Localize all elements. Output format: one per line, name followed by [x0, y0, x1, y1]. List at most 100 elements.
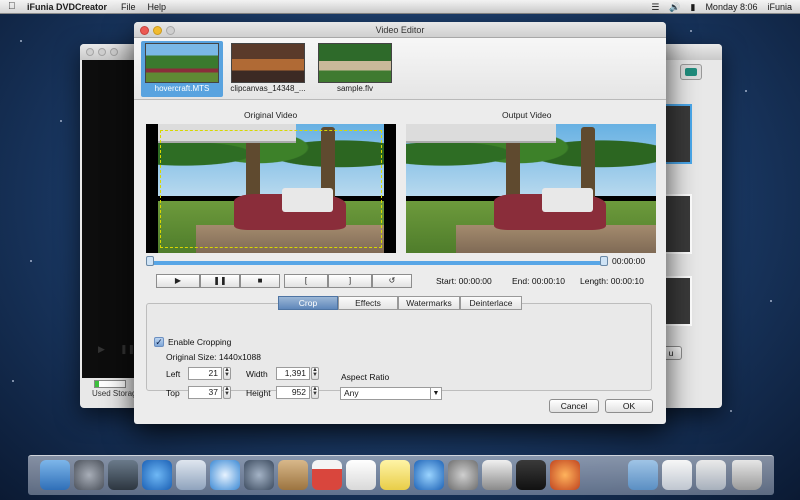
- height-stepper[interactable]: ▲ ▼: [311, 386, 319, 399]
- mission-control-icon[interactable]: [108, 460, 138, 490]
- tab-crop[interactable]: Crop: [278, 296, 338, 310]
- clip-thumbnail: [231, 43, 305, 83]
- applications-folder-icon[interactable]: [628, 460, 658, 490]
- notes-icon[interactable]: [380, 460, 410, 490]
- editor-titlebar: Video Editor: [134, 22, 666, 38]
- current-time: 00:00:00: [612, 256, 646, 266]
- clip-thumbnail: [318, 43, 392, 83]
- facetime-icon[interactable]: [244, 460, 274, 490]
- width-field[interactable]: 1,391: [276, 367, 310, 380]
- output-video-preview: [406, 124, 656, 253]
- minimize-button[interactable]: [98, 48, 106, 56]
- mark-in-button[interactable]: [: [284, 274, 328, 288]
- menu-app-name[interactable]: iFunia DVDCreator: [27, 2, 107, 12]
- toolbar-button[interactable]: [680, 64, 702, 80]
- cancel-button[interactable]: Cancel: [549, 399, 599, 413]
- terminal-icon[interactable]: [516, 460, 546, 490]
- pause-icon[interactable]: ❚❚: [120, 344, 135, 355]
- left-field[interactable]: 21: [188, 367, 222, 380]
- clip-label: hovercraft.MTS: [154, 84, 210, 93]
- canopy: [406, 124, 556, 144]
- crop-panel: ✓ Enable Cropping Original Size: 1440x10…: [146, 303, 652, 400]
- menu-user[interactable]: iFunia: [767, 2, 792, 12]
- letterbox-right: [384, 124, 396, 253]
- clip-thumbnail: [145, 43, 219, 83]
- tab-deinterlace[interactable]: Deinterlace: [460, 296, 522, 310]
- original-video-label: Original Video: [244, 110, 298, 120]
- contacts-icon[interactable]: [278, 460, 308, 490]
- letterbox-left: [146, 124, 158, 253]
- apple-icon[interactable]: : [8, 1, 17, 12]
- height-label: Height: [246, 388, 271, 398]
- calendar-icon[interactable]: [312, 460, 342, 490]
- clip-strip: hovercraft.MTS clipcanvas_14348_... samp…: [134, 38, 666, 100]
- enable-cropping-checkbox[interactable]: ✓: [154, 337, 164, 347]
- play-icon[interactable]: ▶: [98, 344, 105, 355]
- downloads-icon[interactable]: [696, 460, 726, 490]
- seek-bar[interactable]: [148, 261, 605, 265]
- chevron-down-icon: ▼: [430, 388, 441, 399]
- app-store-icon[interactable]: [142, 460, 172, 490]
- width-stepper[interactable]: ▲ ▼: [311, 367, 319, 380]
- crop-frame[interactable]: [160, 130, 382, 248]
- zoom-button[interactable]: [110, 48, 118, 56]
- finder-icon[interactable]: [40, 460, 70, 490]
- mark-out-button[interactable]: ]: [328, 274, 372, 288]
- clip-item[interactable]: sample.flv: [314, 41, 396, 97]
- seek-end-handle[interactable]: [600, 256, 608, 266]
- close-button[interactable]: [86, 48, 94, 56]
- menu-help[interactable]: Help: [148, 2, 167, 12]
- tab-effects[interactable]: Effects: [338, 296, 398, 310]
- clip-label: sample.flv: [336, 84, 373, 93]
- tab-watermarks[interactable]: Watermarks: [398, 296, 460, 310]
- volume-icon[interactable]: 🔊: [669, 2, 680, 13]
- editor-tabs: Crop Effects Watermarks Deinterlace: [278, 296, 522, 310]
- editor-title: Video Editor: [375, 25, 425, 35]
- storage-bar: [94, 380, 126, 388]
- menu-file[interactable]: File: [121, 2, 136, 12]
- ok-button[interactable]: OK: [605, 399, 653, 413]
- clip-item[interactable]: hovercraft.MTS: [141, 41, 223, 97]
- hovercraft: [493, 188, 606, 230]
- menu-bar:  iFunia DVDCreator File Help ☰ 🔊 ▮ Mond…: [0, 0, 800, 14]
- seek-start-handle[interactable]: [146, 256, 154, 266]
- aspect-ratio-value: Any: [344, 388, 359, 398]
- main-preview-area: [82, 60, 134, 378]
- top-stepper[interactable]: ▲ ▼: [223, 386, 231, 399]
- clip-label: clipcanvas_14348_...: [230, 84, 306, 93]
- battery-icon[interactable]: ▮: [690, 2, 695, 13]
- documents-icon[interactable]: [662, 460, 692, 490]
- safari-icon[interactable]: [210, 460, 240, 490]
- output-video-label: Output Video: [502, 110, 552, 120]
- reminders-icon[interactable]: [346, 460, 376, 490]
- height-field[interactable]: 952: [276, 386, 310, 399]
- preview-icon[interactable]: [176, 460, 206, 490]
- play-button[interactable]: ▶: [156, 274, 200, 288]
- reset-button[interactable]: ↺: [372, 274, 412, 288]
- left-stepper[interactable]: ▲ ▼: [223, 367, 231, 380]
- width-label: Width: [246, 369, 268, 379]
- aspect-ratio-select[interactable]: Any ▼: [340, 387, 442, 400]
- clip-item[interactable]: clipcanvas_14348_...: [227, 41, 309, 97]
- minimize-icon[interactable]: [153, 26, 162, 35]
- system-preferences-icon[interactable]: [448, 460, 478, 490]
- close-icon[interactable]: [140, 26, 149, 35]
- wifi-icon[interactable]: ☰: [651, 2, 659, 13]
- dock: [28, 455, 774, 495]
- dvdcreator-icon[interactable]: [550, 460, 580, 490]
- trash-icon[interactable]: [732, 460, 762, 490]
- original-video-preview: [146, 124, 396, 253]
- pause-button[interactable]: ❚❚: [200, 274, 240, 288]
- start-time: Start: 00:00:00: [436, 276, 492, 286]
- top-field[interactable]: 37: [188, 386, 222, 399]
- zoom-icon[interactable]: [166, 26, 175, 35]
- utilities-icon[interactable]: [482, 460, 512, 490]
- itunes-icon[interactable]: [414, 460, 444, 490]
- length-time: Length: 00:00:10: [580, 276, 644, 286]
- video-editor-window: Video Editor hovercraft.MTS clipcanvas_1…: [134, 22, 666, 424]
- end-time: End: 00:00:10: [512, 276, 565, 286]
- menu-clock[interactable]: Monday 8:06: [705, 2, 757, 12]
- launchpad-icon[interactable]: [74, 460, 104, 490]
- stop-button[interactable]: ■: [240, 274, 280, 288]
- left-label: Left: [166, 369, 181, 379]
